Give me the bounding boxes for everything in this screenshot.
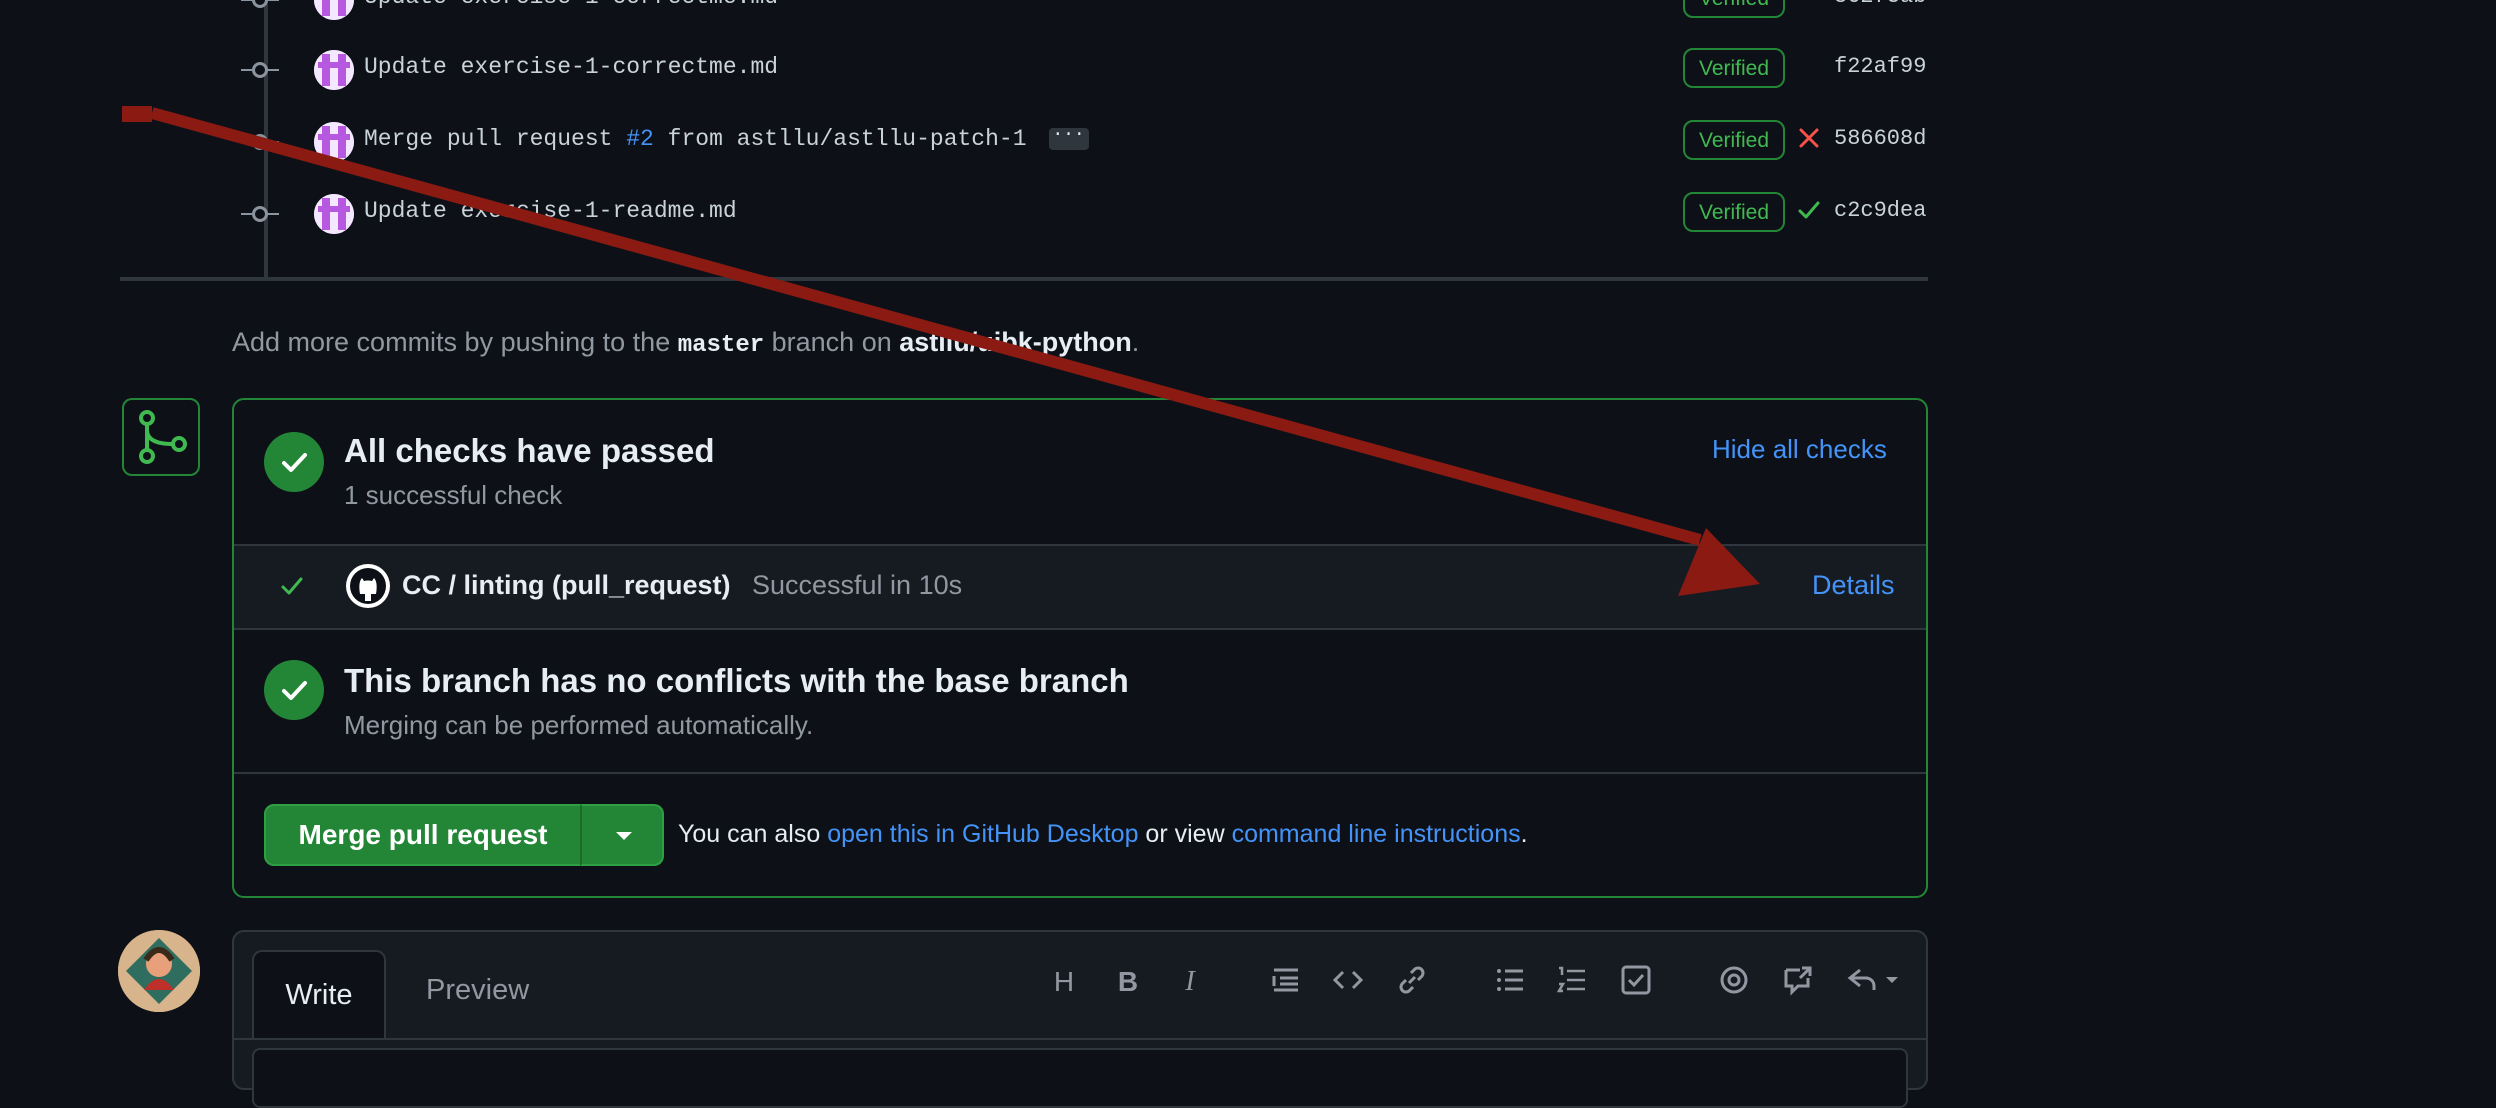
annotation-arrow xyxy=(122,106,1760,596)
